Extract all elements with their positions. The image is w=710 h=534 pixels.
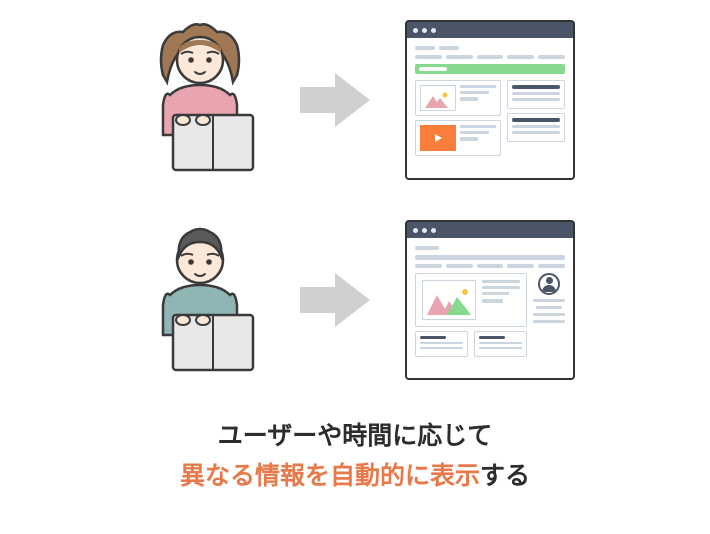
man-with-laptop xyxy=(135,220,265,380)
diagram-row-man xyxy=(0,200,710,400)
man-illustration xyxy=(135,220,265,380)
avatar-icon xyxy=(538,273,560,295)
caption-highlight: 異なる情報を自動的に表示 xyxy=(180,462,480,490)
browser-titlebar xyxy=(407,22,573,38)
caption-text: ユーザーや時間に応じて 異なる情報を自動的に表示する xyxy=(0,416,710,496)
browser-layout-b xyxy=(405,220,575,380)
browser-titlebar xyxy=(407,222,573,238)
diagram-row-woman xyxy=(0,0,710,200)
browser-layout-a xyxy=(405,20,575,180)
woman-illustration xyxy=(135,20,265,180)
arrow-icon xyxy=(295,265,375,335)
caption-line1: ユーザーや時間に応じて xyxy=(0,416,710,456)
arrow-icon xyxy=(295,65,375,135)
woman-with-laptop xyxy=(135,20,265,180)
caption-line2: 異なる情報を自動的に表示する xyxy=(0,456,710,496)
caption-rest: する xyxy=(480,462,530,490)
